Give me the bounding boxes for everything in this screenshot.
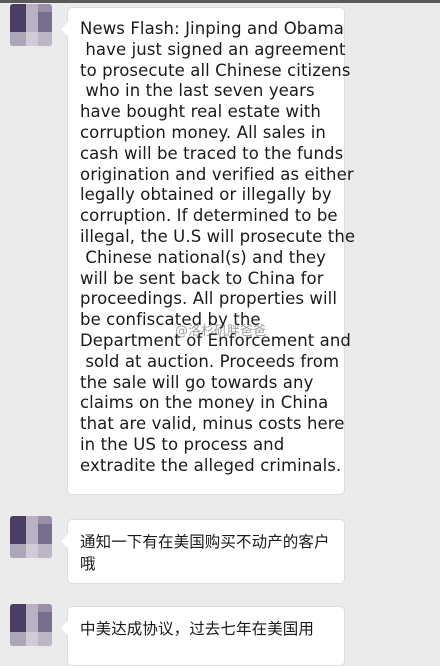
- message-bubble[interactable]: 中美达成协议，过去七年在美国用: [61, 606, 345, 666]
- message-text: 通知一下有在美国购买不动产的客户哦: [80, 533, 330, 573]
- sender-avatar[interactable]: [10, 516, 52, 558]
- message-text: News Flash: Jinping and Obama have just …: [80, 19, 356, 475]
- message-bubble[interactable]: News Flash: Jinping and Obama have just …: [61, 7, 356, 495]
- status-bar: [0, 0, 440, 3]
- watermark: @洛杉矶胖爸爸: [175, 324, 267, 339]
- message-text: 中美达成协议，过去七年在美国用: [80, 620, 315, 638]
- sender-avatar[interactable]: [10, 4, 52, 46]
- message-bubble[interactable]: 通知一下有在美国购买不动产的客户哦: [61, 519, 345, 584]
- sender-avatar[interactable]: [10, 604, 52, 646]
